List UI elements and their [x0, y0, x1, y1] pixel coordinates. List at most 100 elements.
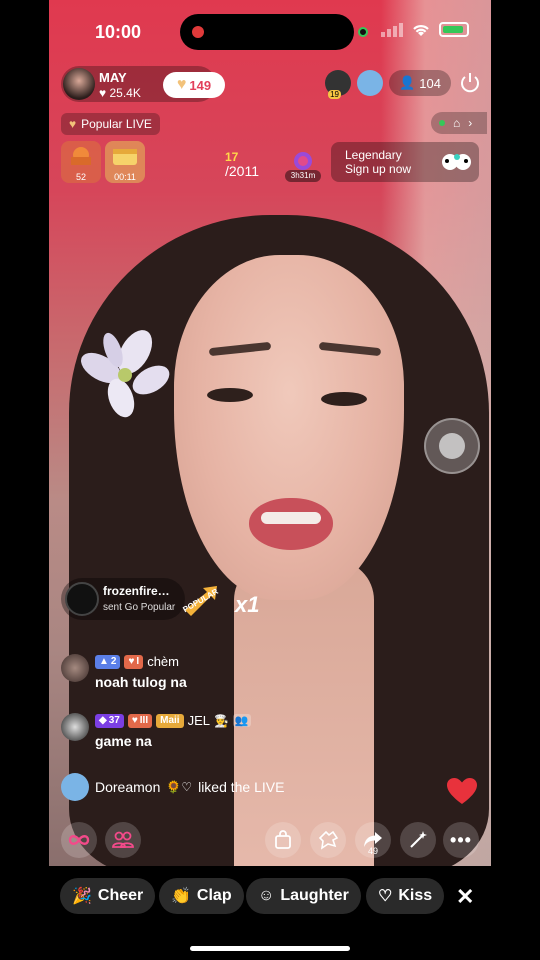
gift-button[interactable]	[310, 822, 346, 858]
fan-level: III	[139, 715, 149, 726]
liked-text: liked the LIVE	[198, 779, 285, 795]
host-name: MAY	[99, 70, 127, 85]
people-icon	[112, 831, 134, 848]
gift-notification[interactable]: frozenfire… sent Go Popular	[61, 578, 185, 620]
effects-button[interactable]	[400, 822, 436, 858]
kiss-button[interactable]: ♡ Kiss	[366, 878, 445, 914]
person-icon: 👤	[399, 75, 416, 90]
chat-meta: ▲ 2 ♥ I chèm	[95, 654, 179, 669]
host-avatar[interactable]	[63, 68, 95, 100]
rank-total: /2011	[225, 163, 259, 179]
wifi-icon	[413, 24, 429, 36]
laughter-label: Laughter	[280, 887, 349, 904]
quick-reactions-bar: 🎉 Cheer 👏 Clap ☺ Laughter ♡ Kiss ✕	[0, 876, 540, 916]
infinity-link-icon	[68, 835, 90, 845]
party-popper-icon: 🎉	[72, 888, 92, 905]
chat-avatar[interactable]	[61, 713, 89, 741]
close-live-power-icon[interactable]	[457, 70, 483, 96]
fan-level-badge: ♥ I	[124, 654, 144, 669]
popular-live-label: Popular LIVE	[81, 117, 152, 131]
panda-mascot-icon	[442, 154, 471, 170]
sunflower-heart-icon: 🌻♡	[166, 780, 193, 794]
more-options-button[interactable]: •••	[443, 822, 479, 858]
shop-button[interactable]	[265, 822, 301, 858]
gift-box-2-label: 00:11	[114, 172, 136, 182]
gift-box-2[interactable]: 00:11	[105, 141, 145, 183]
chat-avatar[interactable]	[61, 654, 89, 682]
top-viewer-avatar-2[interactable]	[357, 70, 384, 96]
clock: 10:00	[95, 22, 142, 42]
live-video-stream: 10:00 MAY ♥ 25.4K ♥ 149 19 👤 104 ♥ Popul…	[49, 0, 491, 866]
gold-chest-icon	[113, 149, 137, 165]
guest-icon: 👥	[232, 714, 251, 727]
recording-indicator	[192, 26, 204, 38]
ellipsis-icon: •••	[450, 829, 472, 850]
status-icons	[381, 22, 469, 37]
chat-text: game na	[95, 733, 152, 749]
chef-emoji-icon: 👨‍🍳	[213, 713, 229, 728]
mini-controls[interactable]: ⌂ ›	[431, 112, 487, 134]
gift-box-1-label: 52	[75, 172, 86, 182]
follow-button[interactable]: ♥ 149	[163, 72, 225, 98]
battery-icon	[439, 22, 469, 37]
host-likes: ♥ 25.4K	[99, 86, 141, 100]
clap-label: Clap	[196, 887, 232, 904]
camera-indicator	[358, 27, 368, 37]
floating-heart-icon	[447, 778, 477, 804]
home-icon: ⌂	[453, 116, 461, 130]
hair-flower	[81, 330, 170, 418]
chevron-right-icon: ›	[468, 116, 473, 130]
kiss-label: Kiss	[398, 887, 433, 904]
liker-name[interactable]: Doreamon	[95, 779, 160, 795]
floating-assistive-button[interactable]	[424, 418, 480, 474]
viewer-count[interactable]: 👤 104	[389, 70, 451, 96]
top-viewer-avatar-1[interactable]: 19	[325, 70, 352, 99]
event-timer[interactable]: 3h31m	[285, 150, 321, 182]
event-timer-value: 3h31m	[285, 170, 321, 182]
gift-combo-count: x1	[235, 592, 260, 617]
chat-username[interactable]: JEL	[188, 713, 210, 728]
gift-description: sent Go Popular	[103, 602, 176, 613]
multi-guest-button[interactable]	[61, 822, 97, 858]
clap-hands-icon: 👏	[171, 888, 191, 905]
gifter-avatar	[65, 582, 99, 616]
share-count: 49	[367, 846, 378, 856]
dynamic-island	[180, 14, 354, 50]
cheer-label: Cheer	[97, 887, 144, 904]
guests-button[interactable]	[105, 822, 141, 858]
right-eye	[321, 392, 367, 406]
home-indicator[interactable]	[190, 946, 350, 951]
shopping-bag-icon	[275, 830, 291, 849]
gift-box-1[interactable]: 52	[61, 141, 101, 183]
follow-count: 149	[189, 77, 212, 93]
heart-gift-icon: ♥	[176, 76, 187, 93]
bottom-toolbar: 49 •••	[49, 818, 491, 862]
viewer-level-badge: 19	[328, 90, 342, 99]
liker-avatar	[61, 773, 89, 801]
clap-button[interactable]: 👏 Clap	[159, 878, 244, 914]
legendary-signup-banner[interactable]: Legendary Sign up now	[331, 142, 479, 182]
chat-username[interactable]: chèm	[147, 654, 179, 669]
streamer-teeth	[261, 512, 321, 524]
chat-meta: ◆ 37 ♥ III Maii JEL 👨‍🍳 👥	[95, 713, 251, 728]
viewer-count-value: 104	[419, 75, 441, 91]
popular-live-tag[interactable]: ♥ Popular LIVE	[61, 113, 160, 135]
ranking[interactable]: 17 /2011	[225, 150, 259, 178]
laughter-button[interactable]: ☺ Laughter	[246, 878, 361, 914]
chat-text: noah tulog na	[95, 674, 187, 690]
user-level-badge: ▲ 2	[95, 654, 121, 669]
treasure-chest-icon	[71, 147, 91, 165]
gifter-name: frozenfire…	[103, 584, 170, 598]
fan-level: I	[136, 656, 140, 667]
go-popular-gift-icon: POPULAR	[181, 582, 221, 618]
host-info[interactable]: MAY ♥ 25.4K ♥ 149	[61, 66, 225, 102]
close-reactions-icon[interactable]: ✕	[456, 884, 474, 910]
user-level-badge: ◆ 37	[95, 713, 124, 728]
user-level: 37	[108, 715, 120, 726]
like-notification: Doreamon 🌻♡ liked the LIVE	[61, 773, 284, 801]
fan-level-badge: ♥ III	[127, 713, 153, 728]
share-button[interactable]: 49	[355, 822, 391, 858]
cheer-button[interactable]: 🎉 Cheer	[60, 878, 156, 914]
online-dot-icon	[439, 120, 445, 126]
rank-position: 17	[225, 150, 239, 164]
